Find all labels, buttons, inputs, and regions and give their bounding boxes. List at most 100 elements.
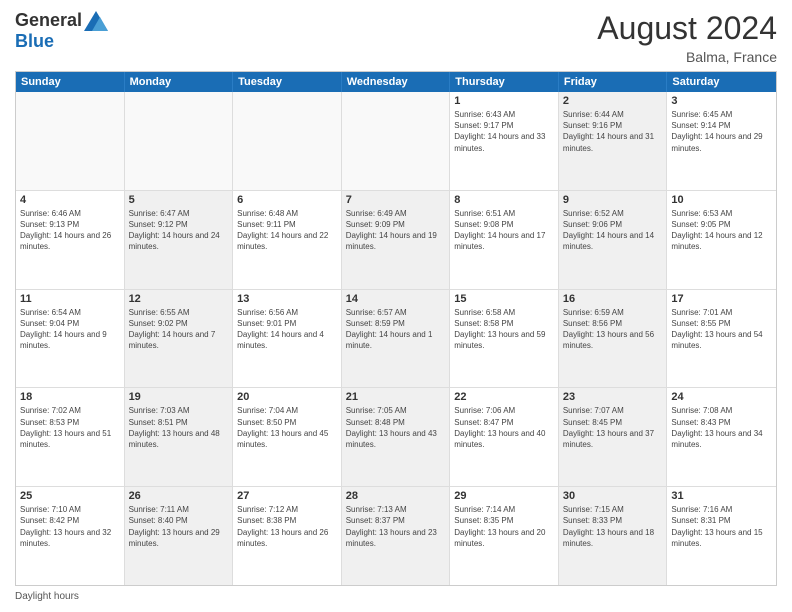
calendar-cell: 26 Sunrise: 7:11 AMSunset: 8:40 PMDayligh…: [125, 487, 234, 585]
calendar-header-cell: Wednesday: [342, 72, 451, 92]
day-info: Sunrise: 6:56 AMSunset: 9:01 PMDaylight:…: [237, 307, 337, 352]
calendar-cell: 11 Sunrise: 6:54 AMSunset: 9:04 PMDayligh…: [16, 290, 125, 388]
day-info: Sunrise: 6:44 AMSunset: 9:16 PMDaylight:…: [563, 109, 663, 154]
day-info: Sunrise: 6:54 AMSunset: 9:04 PMDaylight:…: [20, 307, 120, 352]
day-info: Sunrise: 7:16 AMSunset: 8:31 PMDaylight:…: [671, 504, 772, 549]
day-number: 20: [237, 391, 337, 403]
calendar-cell: 7 Sunrise: 6:49 AMSunset: 9:09 PMDaylight…: [342, 191, 451, 289]
calendar-cell: 24Sunrise: 7:08 AMSunset: 8:43 PMDayligh…: [667, 388, 776, 486]
calendar-cell: 22 Sunrise: 7:06 AMSunset: 8:47 PMDayligh…: [450, 388, 559, 486]
calendar-cell: 20Sunrise: 7:04 AMSunset: 8:50 PMDayligh…: [233, 388, 342, 486]
day-number: 12: [129, 293, 229, 305]
page: General Blue August 2024 Balma, France S…: [0, 0, 792, 612]
day-info: Sunrise: 7:13 AMSunset: 8:37 PMDaylight:…: [346, 504, 446, 549]
calendar: SundayMondayTuesdayWednesdayThursdayFrid…: [15, 71, 777, 586]
calendar-header: SundayMondayTuesdayWednesdayThursdayFrid…: [16, 72, 776, 92]
day-number: 11: [20, 293, 120, 305]
logo-general: General: [15, 10, 82, 31]
calendar-cell: [16, 92, 125, 190]
day-info: Sunrise: 7:10 AMSunset: 8:42 PMDaylight:…: [20, 504, 120, 549]
day-info: Sunrise: 6:45 AMSunset: 9:14 PMDaylight:…: [671, 109, 772, 154]
logo-icon: [84, 11, 108, 31]
day-number: 2: [563, 95, 663, 107]
day-info: Sunrise: 7:01 AMSunset: 8:55 PMDaylight:…: [671, 307, 772, 352]
day-number: 18: [20, 391, 120, 403]
calendar-row: 4Sunrise: 6:46 AMSunset: 9:13 PMDaylight…: [16, 191, 776, 290]
calendar-cell: 28 Sunrise: 7:13 AMSunset: 8:37 PMDayligh…: [342, 487, 451, 585]
calendar-header-cell: Sunday: [16, 72, 125, 92]
calendar-cell: 12 Sunrise: 6:55 AMSunset: 9:02 PMDayligh…: [125, 290, 234, 388]
day-info: Sunrise: 6:47 AMSunset: 9:12 PMDaylight:…: [129, 208, 229, 253]
calendar-row: 25 Sunrise: 7:10 AMSunset: 8:42 PMDayligh…: [16, 487, 776, 585]
calendar-cell: 16 Sunrise: 6:59 AMSunset: 8:56 PMDayligh…: [559, 290, 668, 388]
calendar-header-cell: Friday: [559, 72, 668, 92]
calendar-cell: 8Sunrise: 6:51 AMSunset: 9:08 PMDaylight…: [450, 191, 559, 289]
day-info: Sunrise: 6:52 AMSunset: 9:06 PMDaylight:…: [563, 208, 663, 253]
calendar-cell: 10Sunrise: 6:53 AMSunset: 9:05 PMDayligh…: [667, 191, 776, 289]
day-info: Sunrise: 6:49 AMSunset: 9:09 PMDaylight:…: [346, 208, 446, 253]
header: General Blue August 2024 Balma, France: [15, 10, 777, 65]
day-number: 14: [346, 293, 446, 305]
day-number: 30: [563, 490, 663, 502]
calendar-cell: 6Sunrise: 6:48 AMSunset: 9:11 PMDaylight…: [233, 191, 342, 289]
day-number: 13: [237, 293, 337, 305]
day-number: 27: [237, 490, 337, 502]
day-number: 5: [129, 194, 229, 206]
day-number: 19: [129, 391, 229, 403]
logo-blue: Blue: [15, 31, 54, 52]
day-info: Sunrise: 7:02 AMSunset: 8:53 PMDaylight:…: [20, 405, 120, 450]
day-info: Sunrise: 7:05 AMSunset: 8:48 PMDaylight:…: [346, 405, 446, 450]
calendar-cell: 27Sunrise: 7:12 AMSunset: 8:38 PMDayligh…: [233, 487, 342, 585]
day-number: 15: [454, 293, 554, 305]
day-number: 29: [454, 490, 554, 502]
day-number: 10: [671, 194, 772, 206]
day-number: 25: [20, 490, 120, 502]
daylight-hours-label: Daylight hours: [15, 591, 79, 602]
calendar-cell: [233, 92, 342, 190]
day-number: 9: [563, 194, 663, 206]
logo: General Blue: [15, 10, 108, 52]
calendar-cell: 19Sunrise: 7:03 AMSunset: 8:51 PMDayligh…: [125, 388, 234, 486]
calendar-cell: 2 Sunrise: 6:44 AMSunset: 9:16 PMDaylight…: [559, 92, 668, 190]
day-number: 21: [346, 391, 446, 403]
day-number: 16: [563, 293, 663, 305]
day-number: 26: [129, 490, 229, 502]
day-info: Sunrise: 6:55 AMSunset: 9:02 PMDaylight:…: [129, 307, 229, 352]
day-info: Sunrise: 7:11 AMSunset: 8:40 PMDaylight:…: [129, 504, 229, 549]
day-number: 7: [346, 194, 446, 206]
day-number: 6: [237, 194, 337, 206]
calendar-cell: 14Sunrise: 6:57 AMSunset: 8:59 PMDayligh…: [342, 290, 451, 388]
day-info: Sunrise: 6:51 AMSunset: 9:08 PMDaylight:…: [454, 208, 554, 253]
day-info: Sunrise: 7:14 AMSunset: 8:35 PMDaylight:…: [454, 504, 554, 549]
day-info: Sunrise: 6:43 AMSunset: 9:17 PMDaylight:…: [454, 109, 554, 154]
calendar-header-cell: Thursday: [450, 72, 559, 92]
logo-text: General: [15, 10, 108, 31]
day-info: Sunrise: 6:58 AMSunset: 8:58 PMDaylight:…: [454, 307, 554, 352]
calendar-cell: 25 Sunrise: 7:10 AMSunset: 8:42 PMDayligh…: [16, 487, 125, 585]
calendar-cell: 3Sunrise: 6:45 AMSunset: 9:14 PMDaylight…: [667, 92, 776, 190]
footer: Daylight hours: [15, 591, 777, 602]
day-info: Sunrise: 6:59 AMSunset: 8:56 PMDaylight:…: [563, 307, 663, 352]
month-year: August 2024: [597, 10, 777, 47]
calendar-header-cell: Saturday: [667, 72, 776, 92]
calendar-cell: 23Sunrise: 7:07 AMSunset: 8:45 PMDayligh…: [559, 388, 668, 486]
calendar-cell: 9 Sunrise: 6:52 AMSunset: 9:06 PMDaylight…: [559, 191, 668, 289]
day-info: Sunrise: 7:15 AMSunset: 8:33 PMDaylight:…: [563, 504, 663, 549]
day-info: Sunrise: 7:06 AMSunset: 8:47 PMDaylight:…: [454, 405, 554, 450]
day-number: 1: [454, 95, 554, 107]
calendar-cell: 21 Sunrise: 7:05 AMSunset: 8:48 PMDayligh…: [342, 388, 451, 486]
calendar-cell: 4Sunrise: 6:46 AMSunset: 9:13 PMDaylight…: [16, 191, 125, 289]
calendar-header-cell: Monday: [125, 72, 234, 92]
calendar-cell: 1 Sunrise: 6:43 AMSunset: 9:17 PMDaylight…: [450, 92, 559, 190]
day-number: 22: [454, 391, 554, 403]
calendar-cell: 17 Sunrise: 7:01 AMSunset: 8:55 PMDayligh…: [667, 290, 776, 388]
day-number: 28: [346, 490, 446, 502]
calendar-header-cell: Tuesday: [233, 72, 342, 92]
day-number: 31: [671, 490, 772, 502]
title-block: August 2024 Balma, France: [597, 10, 777, 65]
calendar-row: 18 Sunrise: 7:02 AMSunset: 8:53 PMDayligh…: [16, 388, 776, 487]
day-number: 17: [671, 293, 772, 305]
day-info: Sunrise: 7:08 AMSunset: 8:43 PMDaylight:…: [671, 405, 772, 450]
day-info: Sunrise: 6:46 AMSunset: 9:13 PMDaylight:…: [20, 208, 120, 253]
calendar-cell: 29 Sunrise: 7:14 AMSunset: 8:35 PMDayligh…: [450, 487, 559, 585]
